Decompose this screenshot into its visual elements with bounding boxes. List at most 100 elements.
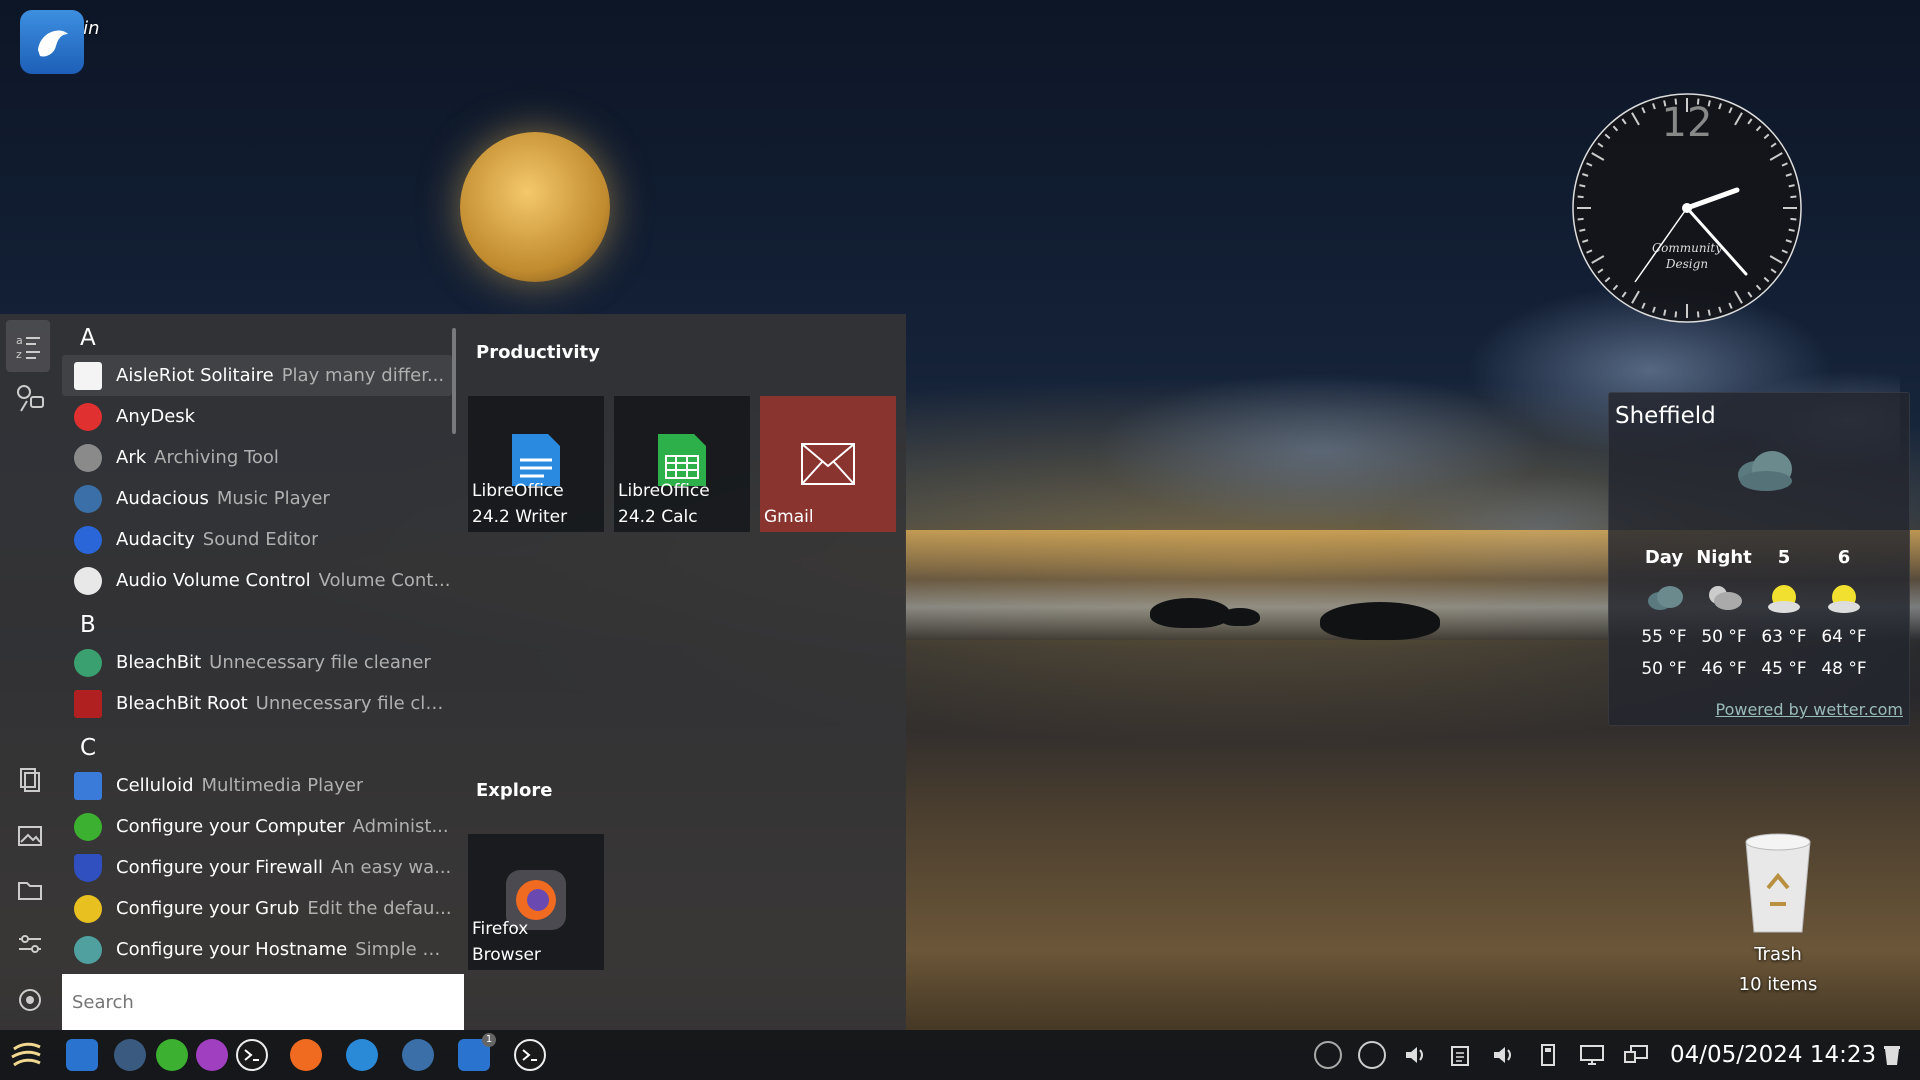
application-list: A AisleRiot Solitaire Play many differ...… bbox=[62, 314, 452, 972]
system-settings-taskbar-icon[interactable] bbox=[114, 1039, 146, 1071]
weather-header-day: Day bbox=[1644, 547, 1684, 568]
clock-tick bbox=[1790, 195, 1797, 199]
all-apps-icon[interactable]: az bbox=[6, 320, 50, 372]
tile-firefox-label: Firefox Browser bbox=[472, 919, 541, 965]
list-item-aisleriot[interactable]: AisleRiot Solitaire Play many differ... bbox=[62, 355, 452, 396]
app-list-scrollbar[interactable] bbox=[452, 328, 456, 434]
audacious-taskbar-icon[interactable] bbox=[402, 1039, 434, 1071]
clock-tick bbox=[1579, 228, 1586, 232]
performance-tray-icon[interactable] bbox=[1358, 1041, 1386, 1069]
wallpaper-rocks bbox=[1150, 590, 1550, 640]
desktop-icon-dolphin[interactable]: Dolphin bbox=[20, 10, 110, 74]
dolphin-taskbar-icon[interactable] bbox=[66, 1039, 98, 1071]
list-item-bleachbit[interactable]: BleachBit Unnecessary file cleaner bbox=[62, 642, 452, 683]
list-item-configure-hostname[interactable]: Configure your Hostname Simple G... bbox=[62, 929, 452, 970]
terminal-taskbar-icon[interactable] bbox=[514, 1039, 546, 1071]
clock-tick bbox=[1577, 217, 1584, 221]
firefox-taskbar-icon[interactable] bbox=[290, 1039, 322, 1071]
settings-sliders-icon[interactable] bbox=[14, 928, 46, 960]
cloud-icon bbox=[1634, 575, 1694, 621]
tile-writer-label: LibreOffice 24.2 Writer bbox=[472, 481, 568, 527]
trash-tray-icon[interactable] bbox=[1878, 1041, 1906, 1069]
application-launcher: az A AisleRiot Solitaire Play many differ… bbox=[0, 314, 906, 1030]
trash-count: 10 items bbox=[1738, 974, 1818, 995]
dolphin-icon bbox=[20, 10, 84, 74]
search-input[interactable] bbox=[62, 974, 464, 1030]
desktop-icon-trash[interactable]: Trash 10 items bbox=[1720, 828, 1836, 998]
letter-header-c: C bbox=[80, 735, 97, 761]
weather-widget[interactable]: Sheffield Day Night 5 6 55 °F 50 °F 63 °… bbox=[1608, 392, 1910, 726]
tile-firefox[interactable]: Firefox Browser bbox=[468, 834, 604, 970]
app-launcher-icon[interactable] bbox=[10, 1039, 42, 1071]
bleachbit-root-icon bbox=[74, 689, 102, 718]
volume-tray-icon[interactable] bbox=[1490, 1041, 1518, 1069]
tile-libreoffice-writer[interactable]: LibreOffice 24.2 Writer bbox=[468, 396, 604, 532]
clock-tick bbox=[1788, 228, 1795, 232]
firewall-icon bbox=[74, 853, 102, 882]
list-item-audio-volume-control[interactable]: Audio Volume Control Volume Cont... bbox=[62, 560, 452, 601]
display-tray-icon[interactable] bbox=[1578, 1041, 1606, 1069]
speaker-tray-icon[interactable] bbox=[1402, 1041, 1430, 1069]
ark-icon bbox=[74, 443, 102, 472]
list-item-audacity[interactable]: Audacity Sound Editor bbox=[62, 519, 452, 560]
configure-computer-taskbar-icon[interactable] bbox=[156, 1039, 188, 1071]
shop-taskbar-icon[interactable] bbox=[196, 1039, 228, 1071]
volume-icon bbox=[74, 566, 102, 595]
svg-text:a: a bbox=[16, 334, 23, 347]
clipboard-tray-icon[interactable] bbox=[1446, 1041, 1474, 1069]
wallpaper-moon bbox=[460, 132, 610, 282]
weather-low: 46 °F bbox=[1701, 659, 1747, 679]
audacious-icon bbox=[74, 484, 102, 513]
audacity-icon bbox=[74, 525, 102, 554]
pictures-icon[interactable] bbox=[14, 820, 46, 852]
taskbar-datetime[interactable]: 04/05/2024 14:23 bbox=[1670, 1039, 1876, 1071]
taskbar: 1 04/05/2024 14:23 bbox=[0, 1030, 1920, 1080]
weather-low: 45 °F bbox=[1761, 659, 1807, 679]
tile-gmail[interactable]: Gmail bbox=[760, 396, 896, 532]
weather-city: Sheffield bbox=[1615, 403, 1716, 429]
list-item-anydesk[interactable]: AnyDesk bbox=[62, 396, 452, 437]
list-item-configure-computer[interactable]: Configure your Computer Administ... bbox=[62, 806, 452, 847]
list-item-configure-firewall[interactable]: Configure your Firewall An easy wa... bbox=[62, 847, 452, 888]
power-icon[interactable] bbox=[14, 984, 46, 1016]
trash-label: Trash bbox=[1754, 944, 1802, 965]
folder-icon[interactable] bbox=[14, 874, 46, 906]
categories-icon[interactable] bbox=[14, 382, 46, 414]
list-item-bleachbit-root[interactable]: BleachBit Root Unnecessary file cle... bbox=[62, 683, 452, 724]
section-explore: Explore bbox=[476, 780, 553, 801]
weather-powered-link[interactable]: Powered by wetter.com bbox=[1715, 700, 1903, 719]
analog-clock-widget[interactable]: 12 Community Design bbox=[1571, 92, 1803, 324]
updates-tray-icon[interactable] bbox=[1314, 1041, 1342, 1069]
sun-cloud-icon bbox=[1754, 575, 1814, 621]
browser-taskbar-icon[interactable] bbox=[346, 1039, 378, 1071]
configure-computer-icon bbox=[74, 812, 102, 841]
clock-tick bbox=[1577, 195, 1584, 199]
terminal-taskbar-icon[interactable] bbox=[236, 1039, 268, 1071]
list-item-configure-grub[interactable]: Configure your Grub Edit the defau... bbox=[62, 888, 452, 929]
letter-header-a: A bbox=[80, 325, 96, 351]
list-item-ark[interactable]: Ark Archiving Tool bbox=[62, 437, 452, 478]
clock-tick bbox=[1790, 217, 1797, 221]
svg-text:z: z bbox=[16, 348, 22, 360]
network-tray-icon[interactable] bbox=[1622, 1041, 1650, 1069]
celluloid-icon bbox=[74, 771, 102, 800]
usb-drive-tray-icon[interactable] bbox=[1534, 1041, 1562, 1069]
launcher-category-rail: az bbox=[0, 314, 60, 1030]
clock-tick bbox=[1696, 311, 1700, 318]
tile-libreoffice-calc[interactable]: LibreOffice 24.2 Calc bbox=[614, 396, 750, 532]
documents-icon[interactable] bbox=[14, 764, 46, 796]
weather-high: 63 °F bbox=[1761, 627, 1807, 647]
list-item-audacious[interactable]: Audacious Music Player bbox=[62, 478, 452, 519]
cards-icon bbox=[74, 361, 102, 390]
mail-icon bbox=[800, 442, 856, 502]
weather-header-night: Night bbox=[1696, 547, 1752, 568]
weather-header-6: 6 bbox=[1837, 547, 1851, 568]
weather-low: 50 °F bbox=[1641, 659, 1687, 679]
grub-icon bbox=[74, 894, 102, 923]
weather-high: 50 °F bbox=[1701, 627, 1747, 647]
letter-header-b: B bbox=[80, 612, 96, 638]
list-item-celluloid[interactable]: Celluloid Multimedia Player bbox=[62, 765, 452, 806]
anydesk-icon bbox=[74, 402, 102, 431]
dolphin-active-taskbar-icon[interactable]: 1 bbox=[458, 1033, 496, 1071]
tile-gmail-label: Gmail bbox=[764, 507, 814, 527]
